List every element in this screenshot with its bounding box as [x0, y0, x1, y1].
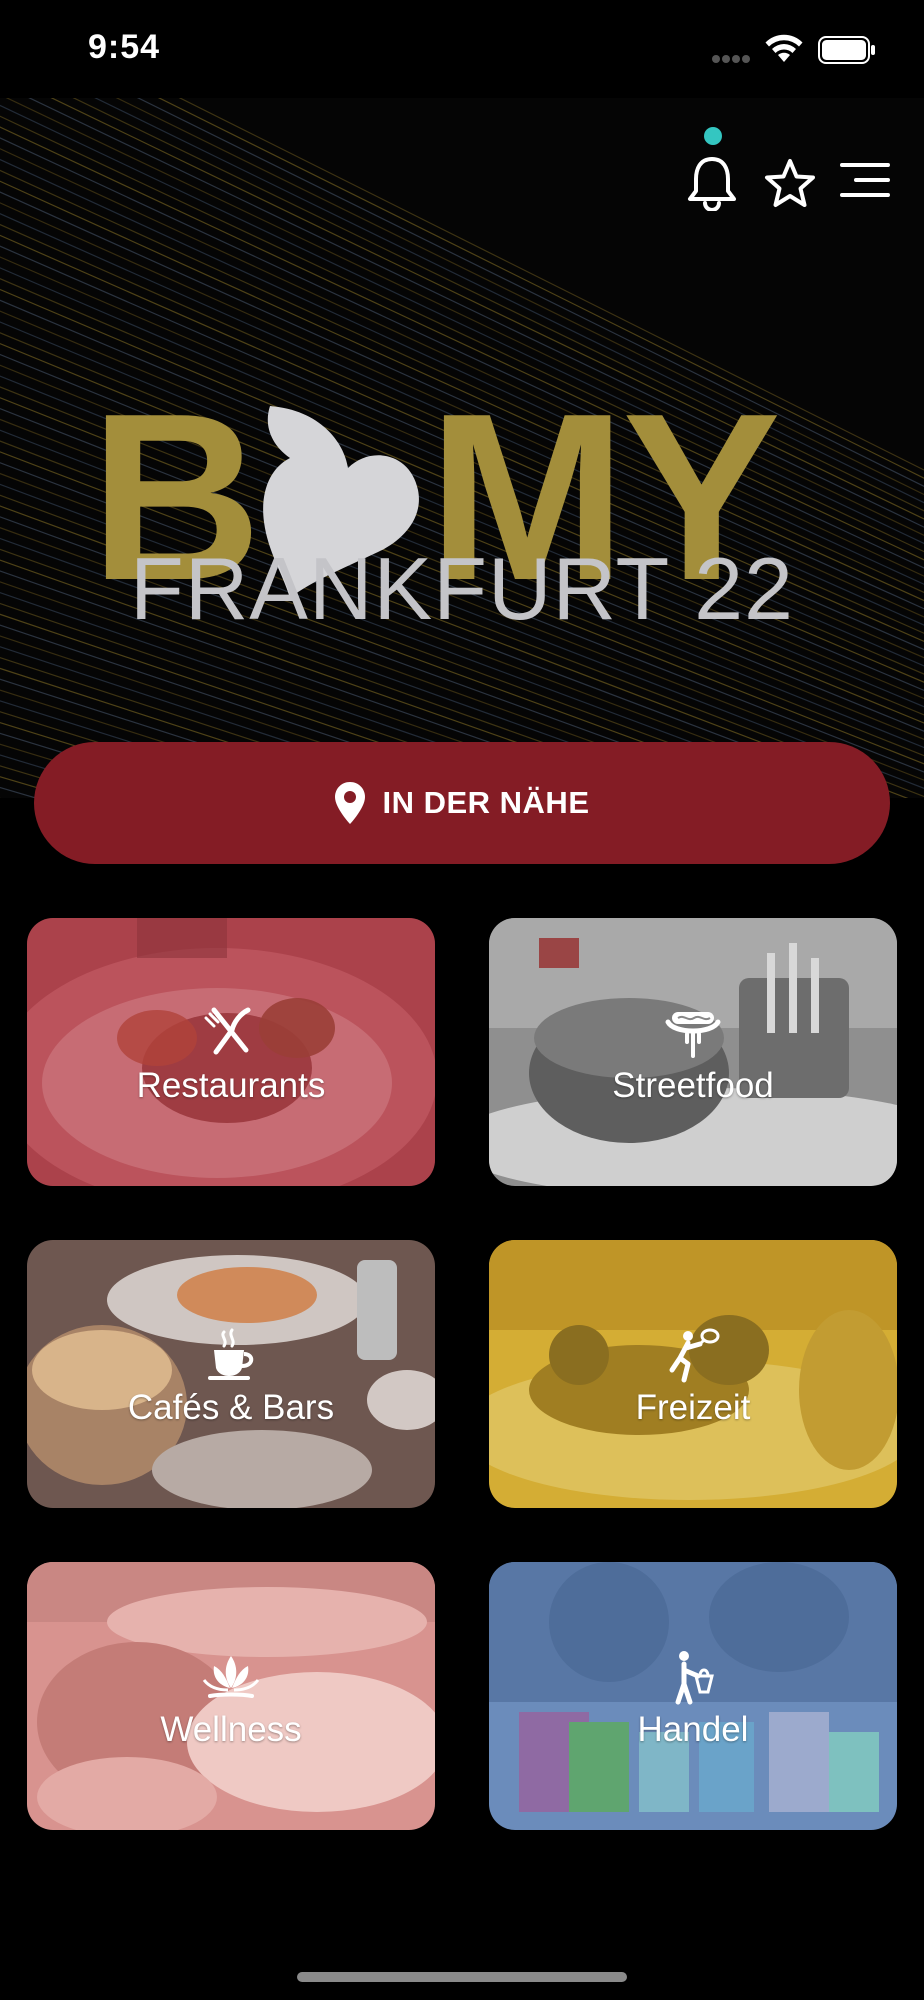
battery-icon — [818, 36, 875, 64]
nearby-button[interactable]: IN DER NÄHE — [34, 742, 890, 864]
category-label: Wellness — [160, 1710, 302, 1749]
category-label: Streetfood — [612, 1066, 774, 1105]
category-tile-restaurants[interactable]: Restaurants — [27, 918, 435, 1186]
category-tile-wellness[interactable]: Wellness — [27, 1562, 435, 1830]
category-tile-streetfood[interactable]: Streetfood — [489, 918, 897, 1186]
menu-icon[interactable] — [838, 160, 892, 200]
category-tile-handel[interactable]: Handel — [489, 1562, 897, 1830]
category-tile-cafes-bars[interactable]: Cafés & Bars — [27, 1240, 435, 1508]
bell-icon[interactable] — [686, 155, 738, 211]
category-label: Handel — [637, 1710, 749, 1749]
coffee-cup-icon — [208, 1328, 254, 1380]
wifi-icon — [765, 34, 803, 62]
city-title: FRANKFURT 22 — [129, 539, 794, 638]
star-icon[interactable] — [764, 158, 816, 208]
category-label: Freizeit — [635, 1388, 751, 1427]
home-screen: 9:54 B MY FRANKFURT 22 IN DER NÄHE Resta… — [0, 0, 924, 2000]
category-label: Restaurants — [136, 1066, 326, 1105]
category-label: Cafés & Bars — [127, 1388, 335, 1427]
location-pin-icon — [335, 782, 366, 824]
status-bar: 9:54 — [0, 0, 924, 100]
nearby-button-label: IN DER NÄHE — [382, 785, 590, 820]
tennis-player-icon — [669, 1328, 720, 1383]
cellular-signal-icon — [712, 50, 752, 68]
category-tile-freizeit[interactable]: Freizeit — [489, 1240, 897, 1508]
shopper-icon — [675, 1651, 714, 1705]
home-indicator[interactable] — [297, 1972, 627, 1982]
fork-knife-icon — [204, 1007, 251, 1055]
status-time: 9:54 — [88, 28, 161, 66]
lotus-icon — [202, 1656, 260, 1698]
notification-indicator — [704, 127, 722, 145]
hotdog-icon — [665, 1012, 721, 1058]
